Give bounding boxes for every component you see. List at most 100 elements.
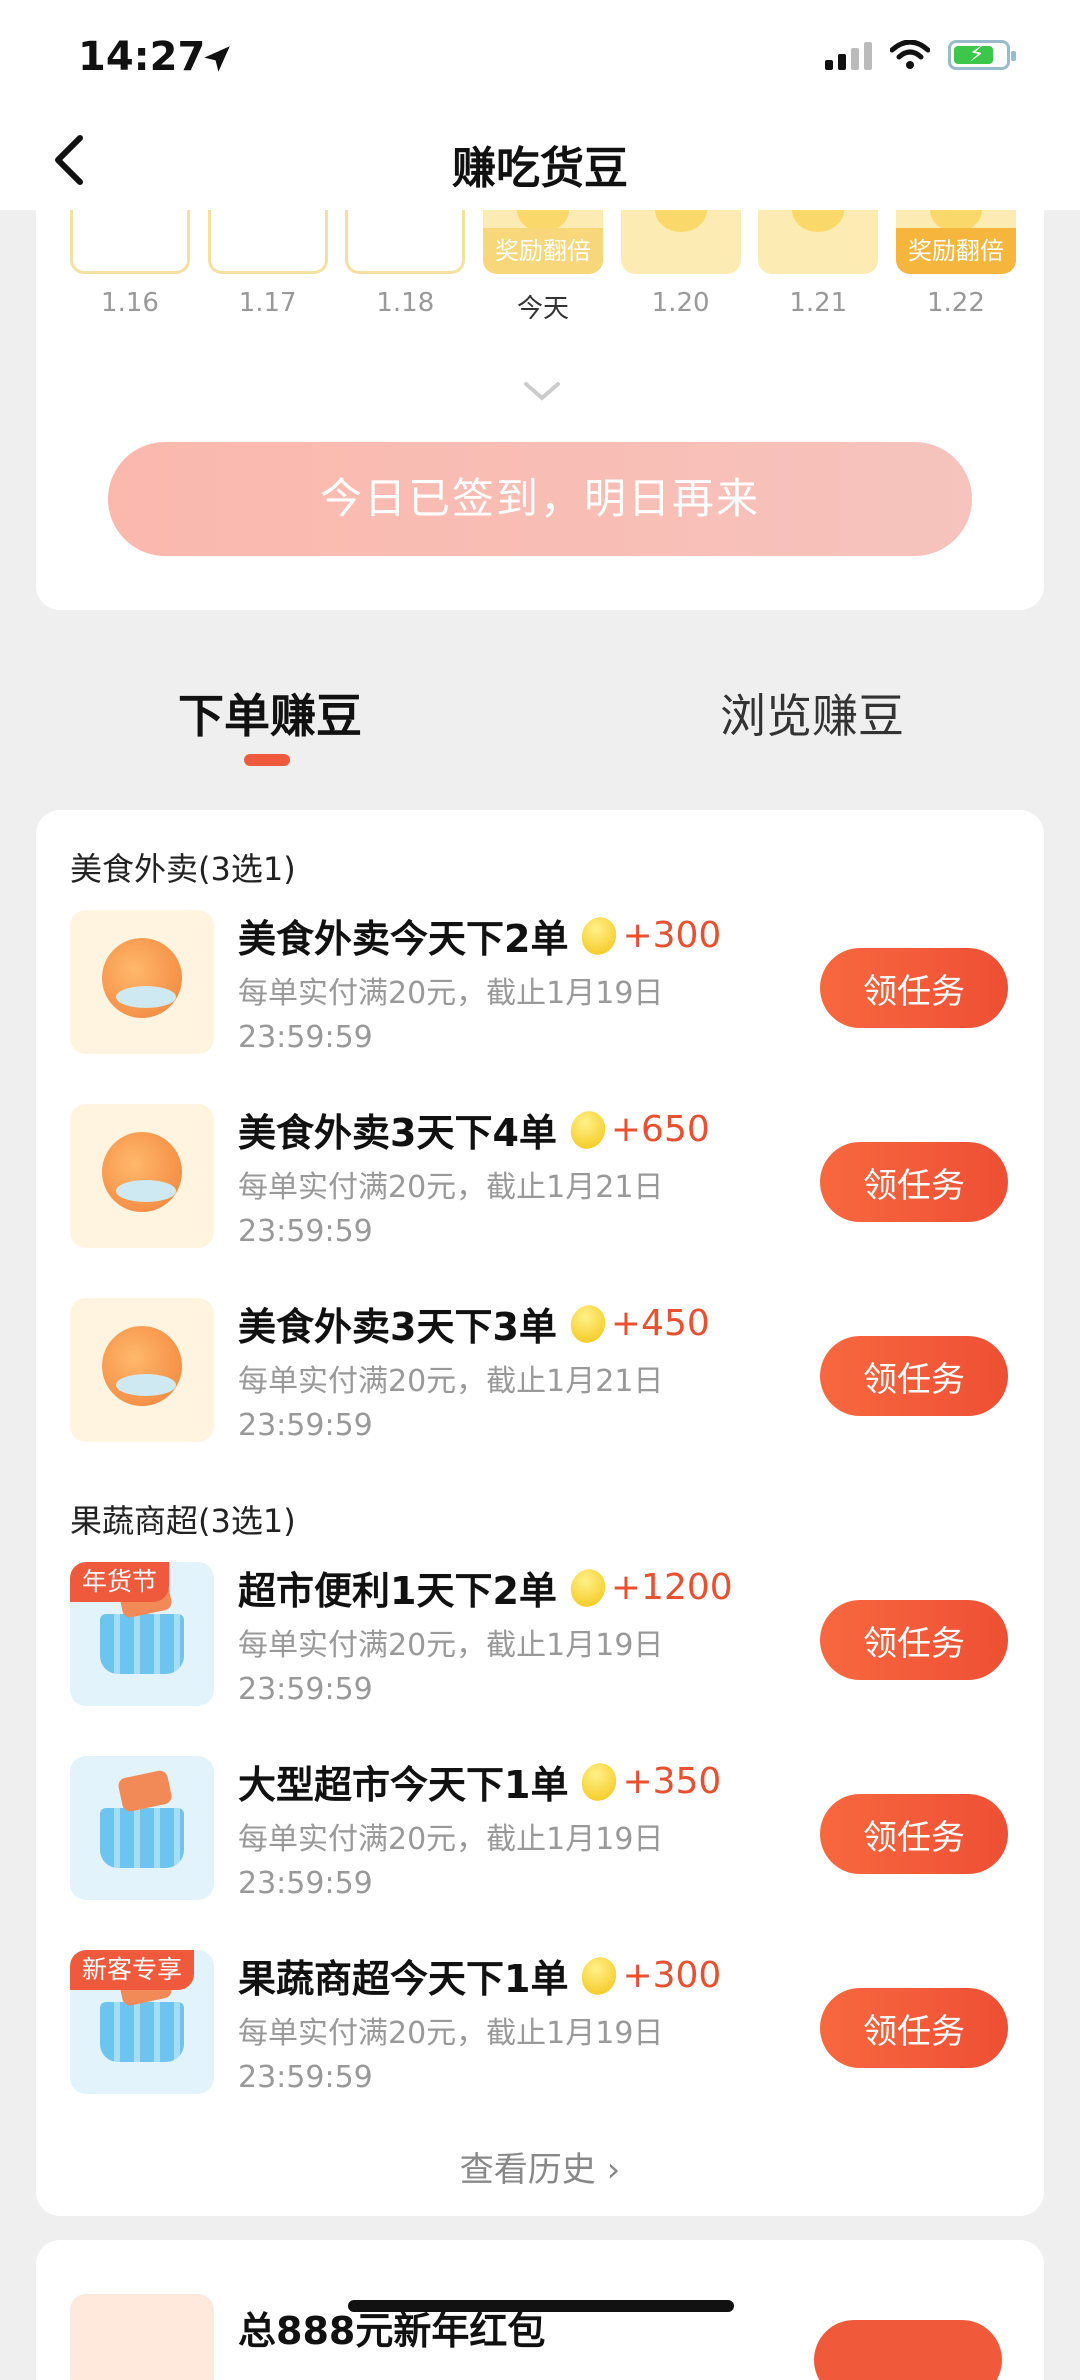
task-thumbnail: [70, 1756, 214, 1900]
task-row: 新客专享 果蔬商超今天下1单 +300 每单实付满20元，截止1月19日23:59:5…: [70, 1950, 1016, 2110]
task-list-card: 美食外卖(3选1) 美食外卖今天下2单 +300 每单实付满20元，截止1月19日2…: [36, 810, 1044, 2216]
task-reward: +450: [610, 1303, 710, 1344]
bean-coin-icon: [565, 1563, 611, 1612]
checkin-day: 1.21: [758, 210, 879, 325]
task-description: 每单实付满20元，截止1月21日23:59:59: [238, 1364, 664, 1443]
task-description: 每单实付满20元，截止1月21日23:59:59: [238, 1170, 664, 1249]
checkin-day-label: 1.17: [238, 288, 297, 318]
tab-order-earn[interactable]: 下单赚豆: [178, 680, 362, 746]
task-title-line: 美食外卖3天下3单 +450: [238, 1296, 710, 1351]
battery-icon: ⚡: [948, 40, 1016, 70]
task-description: 每单实付满20元，截止1月19日23:59:59: [238, 1822, 664, 1901]
task-title: 美食外卖今天下2单: [238, 917, 569, 961]
signed-in-button[interactable]: 今日已签到，明日再来: [108, 442, 972, 556]
checkin-days: 1.16 1.17 1.18 奖励翻倍今天 1.20 1.21 奖励翻倍 1.22: [70, 210, 1016, 325]
section-title-market: 果蔬商超(3选1): [70, 1502, 296, 1540]
checkin-day: 1.20: [620, 210, 741, 325]
checkin-day-box: [620, 210, 741, 274]
task-title: 美食外卖3天下3单: [238, 1305, 557, 1349]
checkin-day-label: 1.20: [651, 288, 710, 318]
checkin-day-box: 奖励翻倍: [482, 210, 603, 274]
status-time: 14:27: [78, 34, 206, 80]
task-title: 大型超市今天下1单: [238, 1763, 569, 1807]
double-reward-badge: 奖励翻倍: [895, 228, 1016, 274]
task-reward: +300: [622, 915, 722, 956]
task-row: 年货节 超市便利1天下2单 +1200 每单实付满20元，截止1月19日23:59:5…: [70, 1562, 1016, 1722]
bean-coin-icon: [654, 210, 707, 232]
tab-bar: 下单赚豆 浏览赚豆: [0, 660, 1080, 780]
checkin-day-box: [758, 210, 879, 274]
home-indicator: [348, 2300, 734, 2312]
cellular-signal-icon: [825, 40, 872, 70]
bean-coin-icon: [576, 1951, 622, 2000]
shopping-basket-icon: [100, 2002, 184, 2062]
task-reward: +350: [622, 1761, 722, 1802]
task-thumbnail: [70, 910, 214, 1054]
checkin-day-label: 1.16: [101, 288, 159, 318]
expand-chevron-icon[interactable]: [522, 380, 562, 404]
next-task-button[interactable]: [814, 2320, 1002, 2380]
task-reward: +1200: [610, 1567, 733, 1608]
task-row: 美食外卖3天下4单 +650 每单实付满20元，截止1月21日23:59:59 领任务: [70, 1104, 1016, 1264]
checkin-day-label: 1.21: [789, 288, 848, 318]
task-reward: +650: [610, 1109, 710, 1150]
tab-browse-earn[interactable]: 浏览赚豆: [720, 680, 904, 746]
status-bar: 14:27 ⚡: [0, 0, 1080, 110]
page-title: 赚吃货豆: [452, 143, 628, 194]
claim-task-button[interactable]: 领任务: [820, 1988, 1008, 2068]
shopping-basket-icon: [100, 1614, 184, 1674]
checkin-day-box: [345, 210, 466, 274]
checkin-day-box: 奖励翻倍: [895, 210, 1016, 274]
task-title: 超市便利1天下2单: [238, 1569, 557, 1613]
location-arrow-icon: [204, 46, 230, 72]
task-thumbnail: [70, 1104, 214, 1248]
task-title-line: 大型超市今天下1单 +350: [238, 1754, 721, 1809]
checkin-card: 1.16 1.17 1.18 奖励翻倍今天 1.20 1.21 奖励翻倍 1.22 今日已签到…: [36, 170, 1044, 610]
claim-task-button[interactable]: 领任务: [820, 1142, 1008, 1222]
bean-coin-icon: [576, 911, 622, 960]
checkin-day-label: 今天: [516, 294, 569, 324]
section-title-food: 美食外卖(3选1): [70, 850, 296, 888]
food-bowl-icon: [102, 1326, 182, 1406]
task-row: 美食外卖今天下2单 +300 每单实付满20元，截止1月19日23:59:59 领任务: [70, 910, 1016, 1070]
checkin-day-box: [70, 210, 190, 274]
task-row: 大型超市今天下1单 +350 每单实付满20元，截止1月19日23:59:59 领任务: [70, 1756, 1016, 1916]
status-icons: ⚡: [825, 40, 1016, 70]
task-title-line: 果蔬商超今天下1单 +300: [238, 1948, 721, 2003]
task-title-line: 美食外卖3天下4单 +650: [238, 1102, 710, 1157]
promo-tag: 年货节: [70, 1562, 170, 1602]
checkin-day: 1.18: [345, 210, 466, 325]
claim-task-button[interactable]: 领任务: [820, 948, 1008, 1028]
promo-tag: 新客专享: [70, 1950, 195, 1990]
double-reward-badge: 奖励翻倍: [482, 228, 603, 274]
checkin-day: 奖励翻倍 1.22: [895, 210, 1016, 325]
task-description: 每单实付满20元，截止1月19日23:59:59: [238, 2016, 664, 2095]
bean-coin-icon: [565, 1105, 611, 1154]
bean-coin-icon: [565, 1299, 611, 1348]
next-task-thumbnail: [70, 2294, 214, 2380]
task-thumbnail: 年货节: [70, 1562, 214, 1706]
view-history-link[interactable]: 查看历史 ›: [36, 2142, 1044, 2191]
task-reward: +300: [622, 1955, 722, 1996]
shopping-basket-icon: [100, 1808, 184, 1868]
nav-bar: 赚吃货豆: [0, 110, 1080, 210]
claim-task-button[interactable]: 领任务: [820, 1794, 1008, 1874]
task-row: 美食外卖3天下3单 +450 每单实付满20元，截止1月21日23:59:59 领任务: [70, 1298, 1016, 1458]
task-thumbnail: [70, 1298, 214, 1442]
food-bowl-icon: [102, 938, 182, 1018]
claim-task-button[interactable]: 领任务: [820, 1600, 1008, 1680]
active-tab-indicator: [244, 754, 290, 766]
checkin-day-box: [207, 210, 328, 274]
task-title: 美食外卖3天下4单: [238, 1111, 557, 1155]
task-description: 每单实付满20元，截止1月19日23:59:59: [238, 1628, 664, 1707]
task-title-line: 超市便利1天下2单 +1200: [238, 1560, 733, 1615]
bean-coin-icon: [576, 1757, 622, 1806]
checkin-day-label: 1.18: [376, 288, 435, 318]
task-thumbnail: 新客专享: [70, 1950, 214, 2094]
bean-coin-icon: [792, 210, 845, 232]
wifi-icon: [890, 40, 930, 69]
task-description: 每单实付满20元，截止1月19日23:59:59: [238, 976, 664, 1055]
checkin-day: 1.17: [207, 210, 328, 325]
checkin-day: 1.16: [70, 210, 190, 325]
claim-task-button[interactable]: 领任务: [820, 1336, 1008, 1416]
